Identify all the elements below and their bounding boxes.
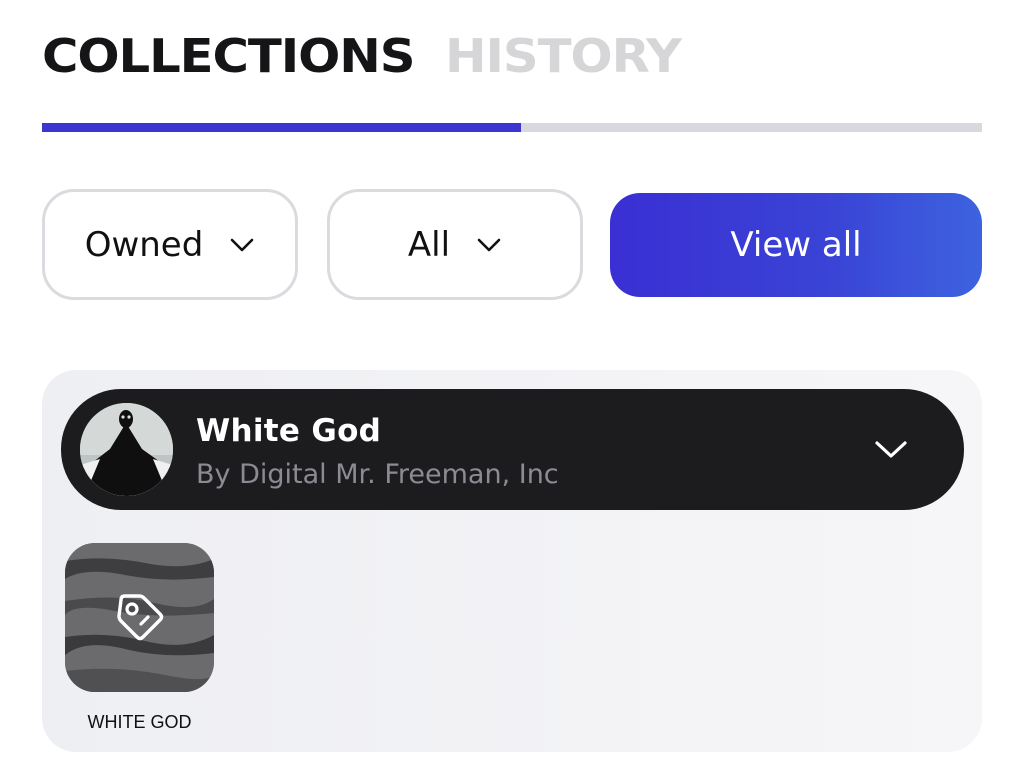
collection-creator: By Digital Mr. Freeman, Inc xyxy=(196,459,559,490)
category-dropdown-label: All xyxy=(407,224,451,265)
tab-indicator xyxy=(42,123,522,132)
collection-title: White God xyxy=(196,413,382,449)
collection-header[interactable]: White God By Digital Mr. Freeman, Inc xyxy=(61,389,964,510)
chevron-down-icon[interactable] xyxy=(873,439,909,461)
ownership-dropdown-label: Owned xyxy=(84,224,204,265)
view-all-button[interactable]: View all xyxy=(610,193,982,297)
tab-collections[interactable]: COLLECTIONS xyxy=(42,28,416,84)
filter-bar: Owned All xyxy=(42,189,583,300)
tab-indicator-track xyxy=(42,123,982,132)
ownership-dropdown[interactable]: Owned xyxy=(42,189,298,300)
nft-thumbnail[interactable] xyxy=(65,543,214,692)
tab-bar: COLLECTIONS HISTORY xyxy=(42,28,682,84)
collection-panel: White God By Digital Mr. Freeman, Inc WH… xyxy=(42,370,982,752)
tag-icon xyxy=(117,594,164,641)
tab-history[interactable]: HISTORY xyxy=(445,28,682,84)
collection-avatar xyxy=(80,403,173,496)
chevron-down-icon xyxy=(477,238,501,251)
nft-item-label: WHITE GOD xyxy=(87,712,192,732)
category-dropdown[interactable]: All xyxy=(327,189,583,300)
chevron-down-icon xyxy=(231,238,254,251)
